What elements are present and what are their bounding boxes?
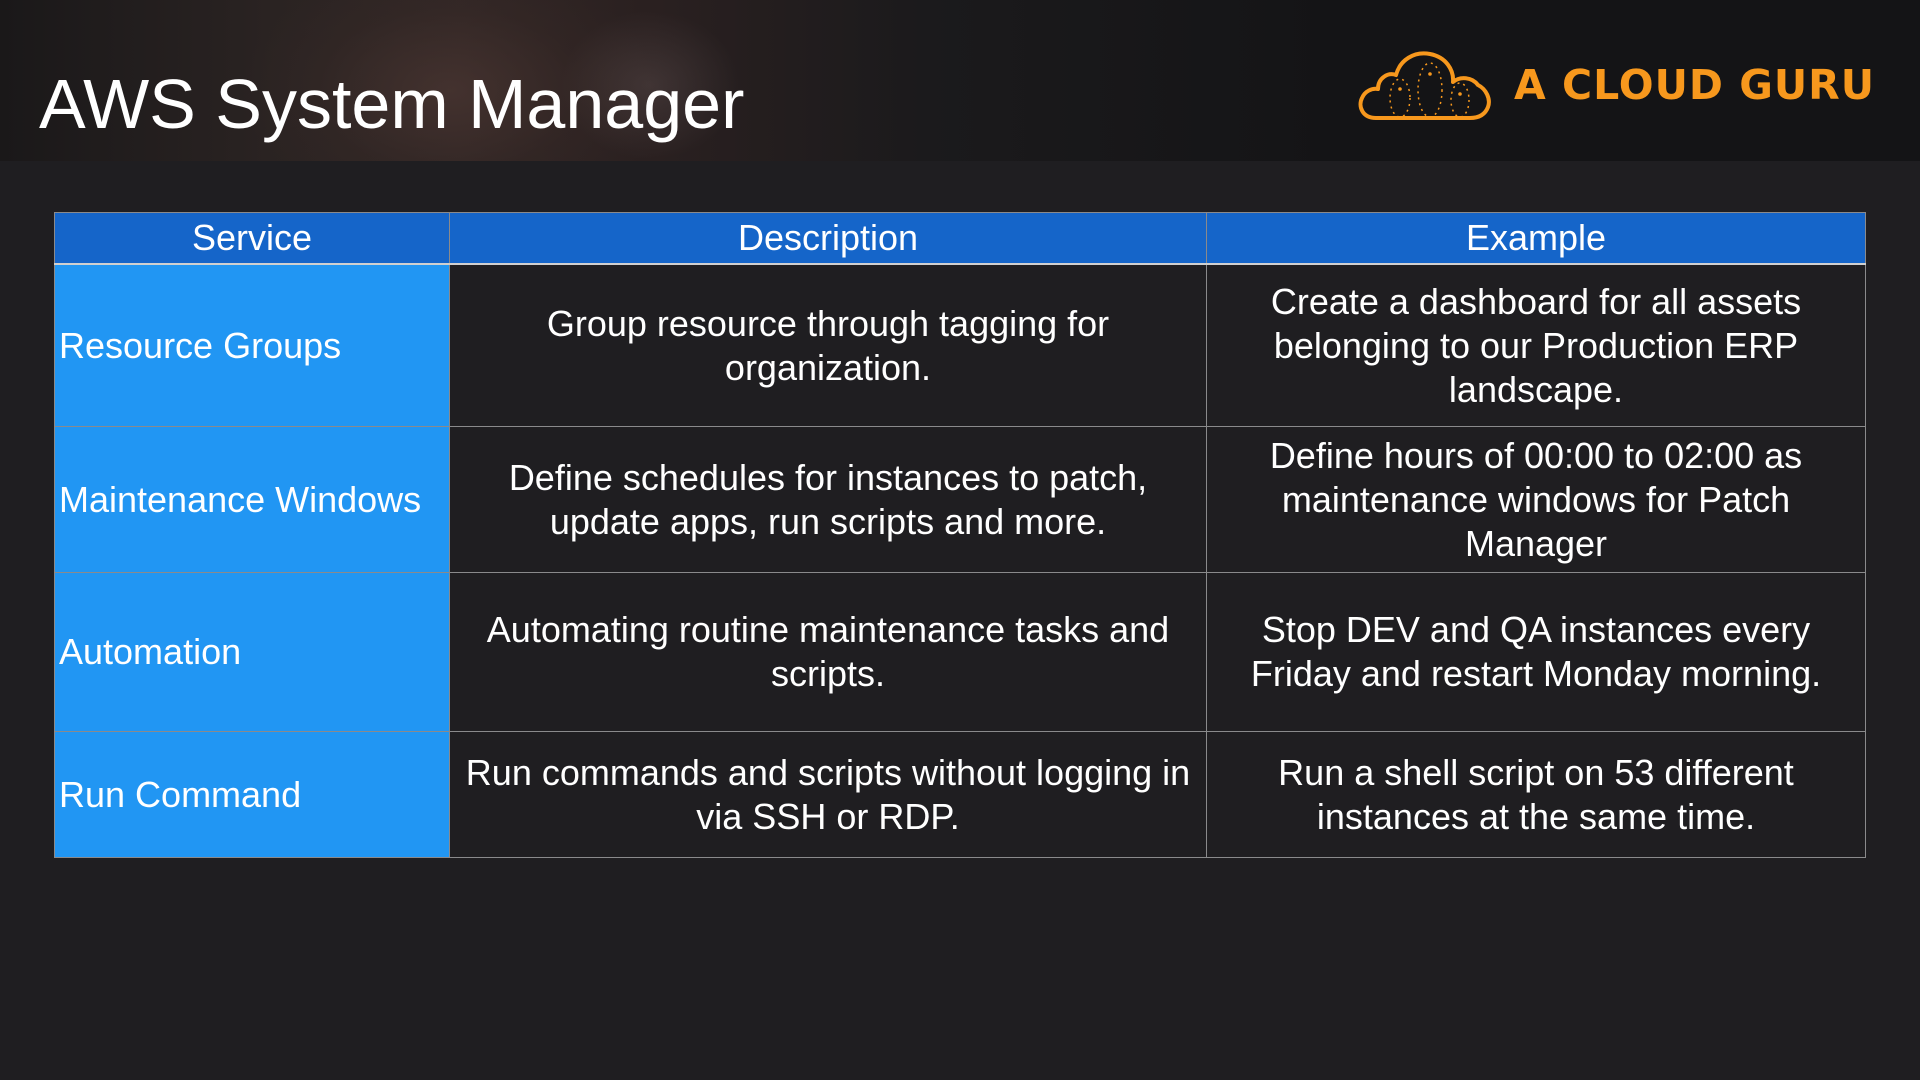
example-cell: Define hours of 00:00 to 02:00 as mainte… [1206,426,1866,573]
services-table-container: Service Description Example Resource Gro… [54,212,1866,858]
table-header-row: Service Description Example [54,212,1866,265]
services-table: Service Description Example Resource Gro… [54,212,1866,858]
column-header-example: Example [1206,212,1866,265]
column-header-service: Service [54,212,450,265]
description-cell: Group resource through tagging for organ… [449,263,1207,427]
description-cell: Define schedules for instances to patch,… [449,426,1207,573]
table-row: Automation Automating routine maintenanc… [54,572,1866,732]
cloud-logo-icon [1358,51,1491,120]
description-cell: Automating routine maintenance tasks and… [449,572,1207,732]
brand-name: A CLOUD GURU [1514,61,1876,109]
example-cell: Stop DEV and QA instances every Friday a… [1206,572,1866,732]
description-cell: Run commands and scripts without logging… [449,731,1207,858]
example-cell: Run a shell script on 53 different insta… [1206,731,1866,858]
service-cell: Automation [54,572,450,732]
brand-logo: A CLOUD GURU [1356,40,1875,130]
service-cell: Maintenance Windows [54,426,450,573]
slide: AWS System Manager A CLOUD GURU Service … [0,0,1920,1080]
example-cell: Create a dashboard for all assets belong… [1206,263,1866,427]
service-cell: Run Command [54,731,450,858]
table-row: Run Command Run commands and scripts wit… [54,731,1866,858]
service-cell: Resource Groups [54,263,450,427]
table-row: Resource Groups Group resource through t… [54,263,1866,427]
table-row: Maintenance Windows Define schedules for… [54,426,1866,573]
slide-title: AWS System Manager [39,65,745,143]
column-header-description: Description [449,212,1207,265]
